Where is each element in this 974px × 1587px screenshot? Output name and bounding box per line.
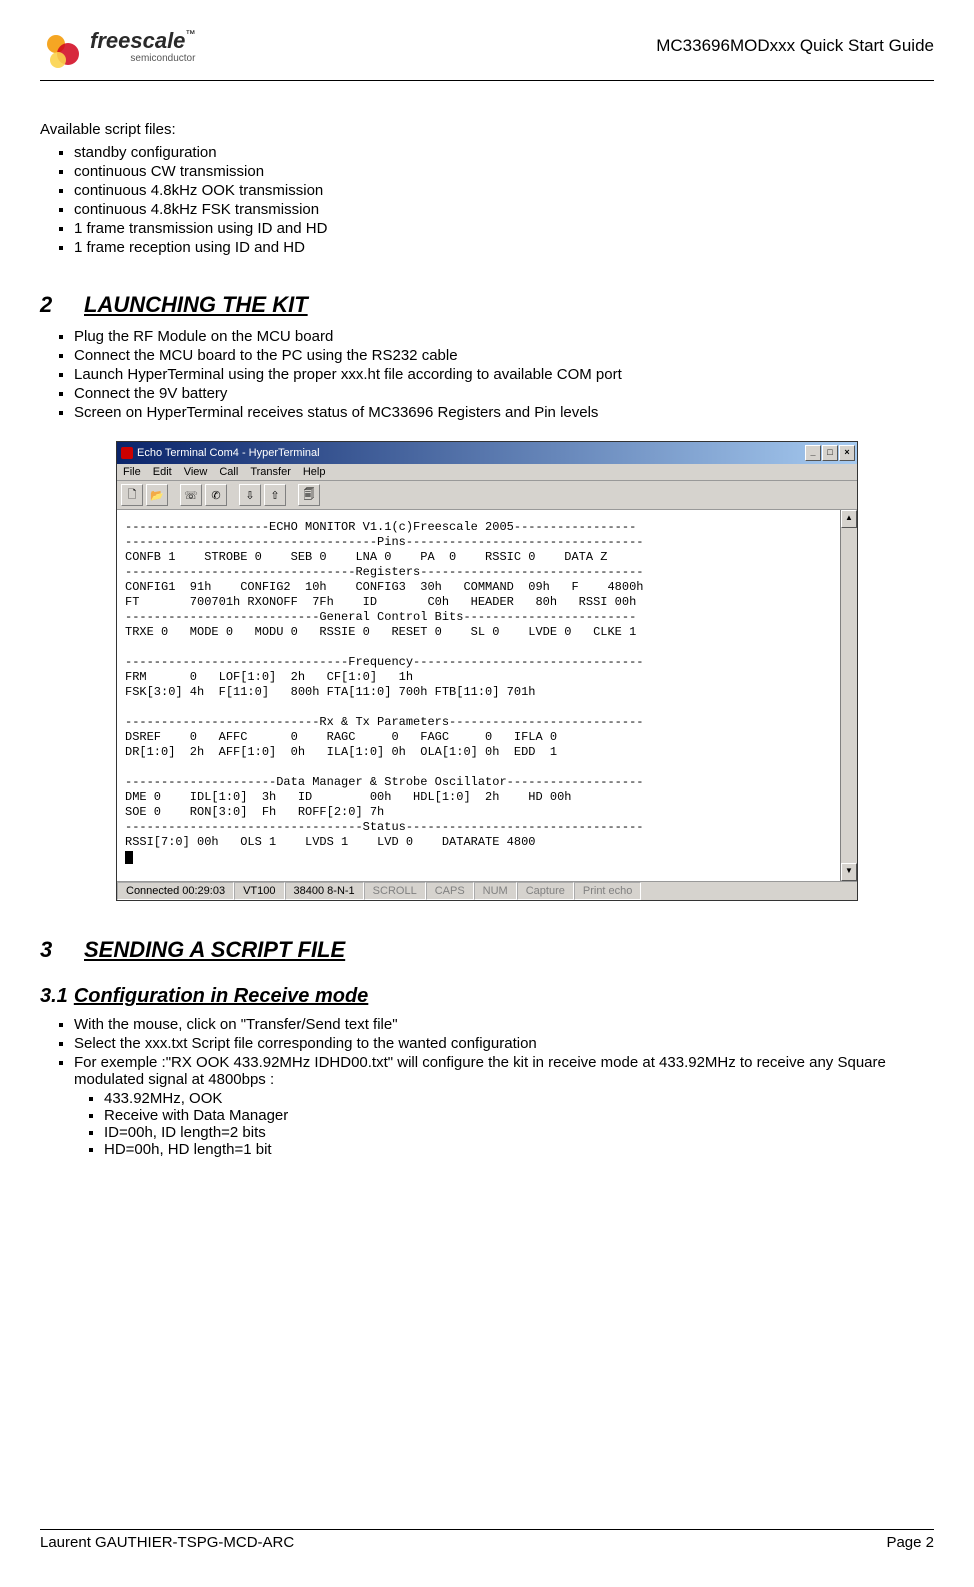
list-item: With the mouse, click on "Transfer/Send … xyxy=(74,1016,934,1033)
footer-right: Page 2 xyxy=(886,1534,934,1551)
receive-icon[interactable]: ⇧ xyxy=(264,484,286,506)
section-3-heading: 3SENDING A SCRIPT FILE xyxy=(40,937,934,963)
page-header: freescale™ semiconductor MC33696MODxxx Q… xyxy=(40,30,934,81)
list-item: 1 frame transmission using ID and HD xyxy=(74,220,934,237)
connect-icon[interactable]: ☏ xyxy=(180,484,202,506)
section-number: 3 xyxy=(40,937,84,963)
toolbar: 🗋 📂 ☏ ✆ ⇩ ⇧ 🗐 xyxy=(117,481,857,510)
section-2-heading: 2LAUNCHING THE KIT xyxy=(40,292,934,318)
vertical-scrollbar[interactable]: ▲ ▼ xyxy=(840,510,857,881)
terminal-text: --------------------ECHO MONITOR V1.1(c)… xyxy=(125,520,643,849)
list-item: Plug the RF Module on the MCU board xyxy=(74,328,934,345)
section3-nested-list: 433.92MHz, OOK Receive with Data Manager… xyxy=(40,1090,934,1158)
status-caps: CAPS xyxy=(426,882,474,900)
doc-title: MC33696MODxxx Quick Start Guide xyxy=(656,36,934,56)
page-footer: Laurent GAUTHIER-TSPG-MCD-ARC Page 2 xyxy=(40,1529,934,1551)
logo-tm: ™ xyxy=(185,29,195,40)
subsection-title: Configuration in Receive mode xyxy=(74,985,368,1007)
status-capture: Capture xyxy=(517,882,574,900)
window-title: Echo Terminal Com4 - HyperTerminal xyxy=(137,447,320,459)
new-icon[interactable]: 🗋 xyxy=(121,484,143,506)
list-item: 1 frame reception using ID and HD xyxy=(74,239,934,256)
list-item: Connect the MCU board to the PC using th… xyxy=(74,347,934,364)
properties-icon[interactable]: 🗐 xyxy=(298,484,320,506)
logo-sub-text: semiconductor xyxy=(90,54,195,64)
list-item: Connect the 9V battery xyxy=(74,385,934,402)
status-scroll: SCROLL xyxy=(364,882,426,900)
subsection-3-1-heading: 3.1 Configuration in Receive mode xyxy=(40,985,934,1008)
list-item: continuous CW transmission xyxy=(74,163,934,180)
list-item: continuous 4.8kHz OOK transmission xyxy=(74,182,934,199)
status-connected: Connected 00:29:03 xyxy=(117,882,234,900)
hyperterminal-window: Echo Terminal Com4 - HyperTerminal _ □ ×… xyxy=(116,441,858,901)
list-item: For exemple :"RX OOK 433.92MHz IDHD00.tx… xyxy=(74,1054,934,1088)
status-num: NUM xyxy=(474,882,517,900)
cursor-icon xyxy=(125,851,133,864)
app-icon xyxy=(121,447,133,459)
list-item: Receive with Data Manager xyxy=(104,1107,934,1124)
disconnect-icon[interactable]: ✆ xyxy=(205,484,227,506)
scroll-down-icon[interactable]: ▼ xyxy=(841,863,857,881)
list-item: Select the xxx.txt Script file correspon… xyxy=(74,1035,934,1052)
logo: freescale™ semiconductor xyxy=(40,30,195,74)
freescale-swirl-icon xyxy=(40,30,84,74)
section3-list: With the mouse, click on "Transfer/Send … xyxy=(40,1016,934,1088)
scroll-up-icon[interactable]: ▲ xyxy=(841,510,857,528)
open-icon[interactable]: 📂 xyxy=(146,484,168,506)
list-item: standby configuration xyxy=(74,144,934,161)
list-item: Screen on HyperTerminal receives status … xyxy=(74,404,934,421)
menu-edit[interactable]: Edit xyxy=(153,466,172,478)
subsection-number: 3.1 xyxy=(40,985,68,1008)
status-printecho: Print echo xyxy=(574,882,642,900)
section-number: 2 xyxy=(40,292,84,318)
intro-list: standby configuration continuous CW tran… xyxy=(40,144,934,256)
menu-file[interactable]: File xyxy=(123,466,141,478)
maximize-button[interactable]: □ xyxy=(822,445,838,461)
status-bar: Connected 00:29:03 VT100 38400 8-N-1 SCR… xyxy=(117,881,857,900)
footer-left: Laurent GAUTHIER-TSPG-MCD-ARC xyxy=(40,1534,294,1551)
menu-help[interactable]: Help xyxy=(303,466,326,478)
window-titlebar: Echo Terminal Com4 - HyperTerminal _ □ × xyxy=(117,442,857,464)
menu-call[interactable]: Call xyxy=(219,466,238,478)
list-item: Launch HyperTerminal using the proper xx… xyxy=(74,366,934,383)
section-title: LAUNCHING THE KIT xyxy=(84,292,308,317)
send-icon[interactable]: ⇩ xyxy=(239,484,261,506)
status-settings: 38400 8-N-1 xyxy=(285,882,364,900)
menu-transfer[interactable]: Transfer xyxy=(250,466,291,478)
terminal-output: --------------------ECHO MONITOR V1.1(c)… xyxy=(117,510,840,881)
list-item: 433.92MHz, OOK xyxy=(104,1090,934,1107)
status-emulation: VT100 xyxy=(234,882,284,900)
minimize-button[interactable]: _ xyxy=(805,445,821,461)
section-title: SENDING A SCRIPT FILE xyxy=(84,937,345,962)
close-button[interactable]: × xyxy=(839,445,855,461)
list-item: HD=00h, HD length=1 bit xyxy=(104,1141,934,1158)
intro-label: Available script files: xyxy=(40,121,934,138)
logo-main-text: freescale xyxy=(90,28,185,53)
menu-bar: File Edit View Call Transfer Help xyxy=(117,464,857,481)
menu-view[interactable]: View xyxy=(184,466,208,478)
section2-list: Plug the RF Module on the MCU board Conn… xyxy=(40,328,934,421)
list-item: continuous 4.8kHz FSK transmission xyxy=(74,201,934,218)
list-item: ID=00h, ID length=2 bits xyxy=(104,1124,934,1141)
